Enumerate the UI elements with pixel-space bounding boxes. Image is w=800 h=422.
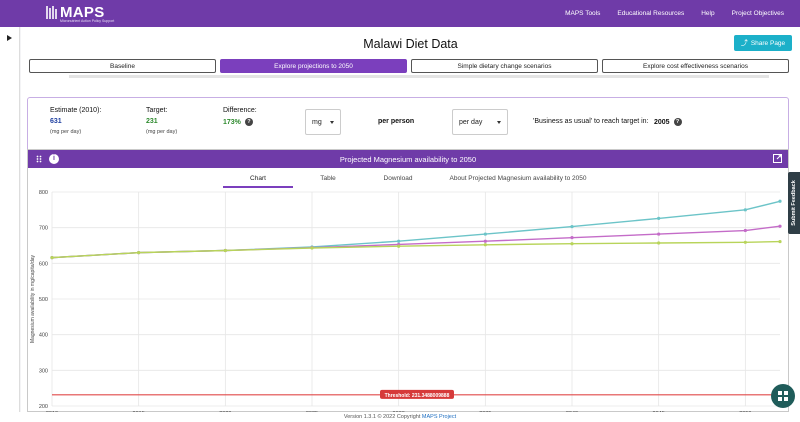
y-tick-label: 500 (39, 297, 48, 303)
projection-chart: 2003004005006007008002010201520202025203… (30, 190, 782, 413)
submit-feedback-tab[interactable]: Submit Feedback (788, 172, 800, 234)
data-point (483, 243, 487, 247)
panel-tab-chart[interactable]: Chart (223, 170, 293, 188)
nav-project-objectives[interactable]: Project Objectives (732, 10, 784, 17)
y-tick-label: 400 (39, 333, 48, 339)
panel-tabs: Chart Table Download About Projected Mag… (223, 170, 603, 188)
target-value: 231 (146, 118, 158, 125)
tab-baseline[interactable]: Baseline (29, 59, 216, 73)
series-line-0 (51, 200, 781, 259)
panel-header: i Projected Magnesium availability to 20… (28, 150, 788, 168)
data-point (483, 232, 487, 236)
page-title: Malawi Diet Data (363, 37, 458, 51)
chevron-down-icon (330, 121, 334, 124)
data-point (743, 208, 747, 212)
nav-educational-resources[interactable]: Educational Resources (617, 10, 684, 17)
data-point (50, 256, 54, 260)
unit-select-value: mg (312, 118, 322, 126)
y-tick-label: 600 (39, 261, 48, 267)
data-point (778, 199, 782, 203)
bau-help-icon[interactable]: ? (673, 118, 682, 126)
data-point (483, 239, 487, 243)
y-axis-label: Magnesium availability in mg/capita/day (30, 254, 36, 343)
data-point (570, 224, 574, 229)
drag-handle-icon[interactable] (36, 155, 42, 163)
tab-dietary-change[interactable]: Simple dietary change scenarios (411, 59, 598, 73)
top-navbar: MAPS Micronutrient Action Policy Support… (0, 0, 800, 27)
data-point (778, 239, 782, 244)
footer-text: Version 1.3.1 © 2022 Copyright (343, 414, 421, 420)
unit-select[interactable]: mg (305, 109, 341, 135)
threshold-label: Threshold: 231.3488009888 (385, 393, 450, 399)
maps-logo[interactable]: MAPS Micronutrient Action Policy Support (44, 3, 114, 23)
estimate-label: Estimate (2010): (50, 107, 102, 114)
y-tick-label: 300 (39, 368, 48, 374)
share-icon: ⤴ (740, 40, 748, 47)
tab-explore-projections[interactable]: Explore projections to 2050 (220, 59, 407, 73)
data-point (657, 241, 661, 245)
nav-maps-tools[interactable]: MAPS Tools (565, 10, 600, 17)
data-point (743, 228, 747, 233)
difference-label: Difference: (223, 107, 257, 114)
tab-cost-effectiveness[interactable]: Explore cost effectiveness scenarios (602, 59, 789, 73)
y-tick-label: 700 (39, 226, 48, 232)
nav-help[interactable]: Help (701, 10, 714, 17)
data-point (743, 240, 747, 244)
data-point (397, 244, 401, 248)
data-point (570, 242, 574, 246)
bau-value: 2005? (654, 118, 682, 126)
grid-icon (778, 391, 788, 401)
view-tabs: Baseline Explore projections to 2050 Sim… (29, 59, 789, 73)
bau-label: 'Business as usual' to reach target in: (533, 118, 649, 125)
panel-title: Projected Magnesium availability to 2050 (339, 154, 477, 164)
difference-value: 173%? (223, 118, 253, 126)
data-point (137, 251, 141, 255)
target-label: Target: (146, 107, 168, 114)
top-nav: MAPS Tools Educational Resources Help Pr… (565, 0, 784, 27)
y-tick-label: 200 (39, 404, 48, 410)
data-point (223, 248, 227, 253)
logo-icon (46, 6, 57, 19)
info-icon[interactable]: i (49, 154, 59, 164)
period-select[interactable]: per day (452, 109, 508, 135)
series-line-1 (51, 225, 781, 259)
data-point (310, 246, 314, 250)
feedback-label: Submit Feedback (791, 180, 797, 226)
target-unit: (mg per day) (146, 129, 178, 135)
chart-panel: i Projected Magnesium availability to 20… (27, 149, 789, 413)
difference-help-icon[interactable]: ? (244, 118, 253, 126)
logo-text: MAPS (60, 3, 105, 21)
footer-link[interactable]: MAPS Project (422, 414, 456, 420)
data-point (778, 224, 782, 228)
expand-sidebar-icon[interactable] (7, 35, 12, 41)
per-person-label: per person (378, 118, 415, 125)
logo-subtitle: Micronutrient Action Policy Support (60, 19, 115, 23)
data-point (657, 216, 661, 220)
share-page-label: Share Page (750, 39, 786, 47)
scrolled-text-fragment (69, 75, 769, 78)
chat-widget-button[interactable] (771, 384, 795, 408)
estimate-unit: (mg per day) (50, 129, 82, 135)
expand-icon[interactable] (773, 154, 782, 163)
side-panel (0, 27, 20, 422)
panel-tab-download[interactable]: Download (363, 170, 433, 188)
panel-tab-about[interactable]: About Projected Magnesium availability t… (433, 170, 603, 188)
chevron-down-icon (497, 121, 501, 124)
panel-tab-table[interactable]: Table (293, 170, 363, 188)
footer: Version 1.3.1 © 2022 Copyright MAPS Proj… (0, 412, 800, 422)
data-point (397, 239, 401, 243)
y-tick-label: 800 (39, 190, 48, 196)
data-point (657, 232, 661, 236)
estimate-value: 631 (50, 118, 62, 125)
data-point (570, 236, 574, 240)
period-select-value: per day (459, 118, 483, 126)
share-page-button[interactable]: ⤴ Share Page (734, 35, 792, 51)
